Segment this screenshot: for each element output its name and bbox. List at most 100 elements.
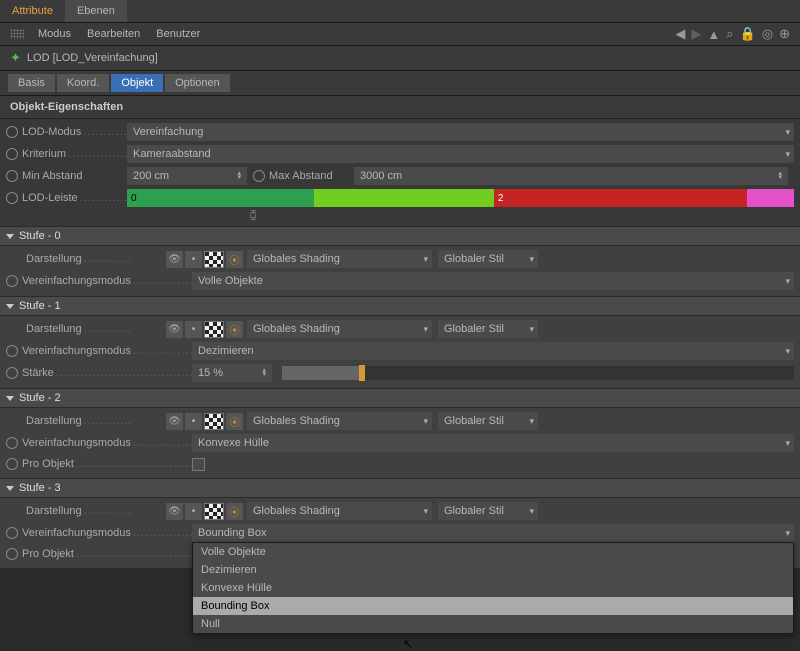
target-icon[interactable] [226, 413, 243, 430]
spinner-icon[interactable]: ▴▾ [778, 172, 782, 180]
label-vereinf-2: Vereinfachungsmodus [22, 437, 192, 449]
label-darstellung-3: Darstellung [26, 505, 131, 517]
search-icon[interactable]: ⌕ [726, 26, 733, 42]
forward-icon[interactable]: ▶ [691, 26, 701, 42]
lod-bar[interactable]: 0 2 [127, 189, 794, 207]
menu-item-dezimieren[interactable]: Dezimieren [193, 561, 793, 579]
back-icon[interactable]: ◀ [675, 26, 685, 42]
target-icon[interactable]: ◎ [762, 26, 773, 42]
field-staerke-1[interactable]: 15 % ▴▾ [192, 364, 272, 382]
dot-icon[interactable]: • [185, 251, 202, 268]
radio-kriterium[interactable] [6, 148, 18, 160]
target-icon[interactable] [226, 251, 243, 268]
tab-ebenen[interactable]: Ebenen [65, 0, 127, 22]
grip-icon [10, 29, 24, 39]
radio-vereinf-3[interactable] [6, 527, 18, 539]
radio-lod-modus[interactable] [6, 126, 18, 138]
radio-staerke-1[interactable] [6, 367, 18, 379]
menu-modus[interactable]: Modus [30, 26, 79, 42]
target-icon[interactable] [226, 503, 243, 520]
dropdown-menu-vereinf-3: Volle Objekte Dezimieren Konvexe Hülle B… [192, 542, 794, 634]
label-darstellung-0: Darstellung [26, 253, 131, 265]
field-vereinf-1[interactable]: Dezimieren▾ [192, 342, 794, 360]
target-icon[interactable] [226, 321, 243, 338]
tab-attribute[interactable]: Attribute [0, 0, 65, 22]
up-icon[interactable]: ▲ [707, 27, 720, 42]
label-proobj-3: Pro Objekt [22, 548, 192, 560]
dot-icon[interactable]: • [185, 503, 202, 520]
field-shading-0[interactable]: Globales Shading▾ [247, 250, 432, 268]
field-shading-2[interactable]: Globales Shading▾ [247, 412, 432, 430]
field-vereinf-0[interactable]: Volle Objekte▾ [192, 272, 794, 290]
menu-bearbeiten[interactable]: Bearbeiten [79, 26, 148, 42]
eye-icon[interactable] [166, 503, 183, 520]
chevron-down-icon: ▾ [785, 149, 790, 160]
label-staerke-1: Stärke [22, 367, 192, 379]
radio-vereinf-0[interactable] [6, 275, 18, 287]
radio-vereinf-2[interactable] [6, 437, 18, 449]
group-header-stufe-1[interactable]: Stufe - 1 [0, 296, 800, 316]
label-kriterium: Kriterium [22, 148, 127, 160]
menu-item-volle-objekte[interactable]: Volle Objekte [193, 543, 793, 561]
subtab-basis[interactable]: Basis [8, 74, 55, 92]
spinner-icon[interactable]: ▴▾ [237, 172, 241, 180]
label-proobj-2: Pro Objekt [22, 458, 192, 470]
label-vereinf-0: Vereinfachungsmodus [22, 275, 192, 287]
slider-staerke-1[interactable] [282, 366, 794, 380]
dot-icon[interactable]: • [185, 321, 202, 338]
label-darstellung-2: Darstellung [26, 415, 131, 427]
label-darstellung-1: Darstellung [26, 323, 131, 335]
label-vereinf-3: Vereinfachungsmodus [22, 527, 192, 539]
object-path: LOD [LOD_Vereinfachung] [27, 52, 158, 64]
radio-vereinf-1[interactable] [6, 345, 18, 357]
field-kriterium[interactable]: Kameraabstand▾ [127, 145, 794, 163]
cursor-icon: ↖ [403, 637, 413, 651]
eye-icon[interactable] [166, 251, 183, 268]
field-vereinf-2[interactable]: Konvexe Hülle▾ [192, 434, 794, 452]
field-stil-0[interactable]: Globaler Stil▾ [438, 250, 538, 268]
radio-min-abstand[interactable] [6, 170, 18, 182]
checker-icon[interactable] [204, 321, 224, 338]
group-header-stufe-0[interactable]: Stufe - 0 [0, 226, 800, 246]
eye-icon[interactable] [166, 413, 183, 430]
group-header-stufe-3[interactable]: Stufe - 3 [0, 478, 800, 498]
camera-marker-icon: ⧮ [0, 209, 800, 224]
checker-icon[interactable] [204, 413, 224, 430]
field-shading-3[interactable]: Globales Shading▾ [247, 502, 432, 520]
eye-icon[interactable] [166, 321, 183, 338]
field-vereinf-3[interactable]: Bounding Box▾ Volle Objekte Dezimieren K… [192, 524, 794, 542]
radio-max-abstand[interactable] [253, 170, 265, 182]
label-lod-leiste: LOD-Leiste [22, 192, 127, 204]
label-max-abstand: Max Abstand [269, 170, 354, 182]
menu-item-null[interactable]: Null [193, 615, 793, 633]
radio-proobj-2[interactable] [6, 458, 18, 470]
label-lod-modus: LOD-Modus [22, 126, 127, 138]
chevron-down-icon: ▾ [785, 127, 790, 138]
checker-icon[interactable] [204, 251, 224, 268]
field-max-abstand[interactable]: 3000 cm ▴▾ [354, 167, 788, 185]
field-stil-2[interactable]: Globaler Stil▾ [438, 412, 538, 430]
radio-proobj-3[interactable] [6, 548, 18, 560]
field-shading-1[interactable]: Globales Shading▾ [247, 320, 432, 338]
field-stil-1[interactable]: Globaler Stil▾ [438, 320, 538, 338]
radio-lod-leiste[interactable] [6, 192, 18, 204]
checker-icon[interactable] [204, 503, 224, 520]
subtab-objekt[interactable]: Objekt [111, 74, 163, 92]
new-icon[interactable]: ⊕ [779, 26, 790, 42]
menu-benutzer[interactable]: Benutzer [148, 26, 208, 42]
field-stil-3[interactable]: Globaler Stil▾ [438, 502, 538, 520]
dot-icon[interactable]: • [185, 413, 202, 430]
leaf-icon: ✦ [10, 50, 21, 66]
subtab-optionen[interactable]: Optionen [165, 74, 230, 92]
checkbox-proobj-2[interactable] [192, 458, 205, 471]
group-header-stufe-2[interactable]: Stufe - 2 [0, 388, 800, 408]
menu-item-konvexe-huelle[interactable]: Konvexe Hülle [193, 579, 793, 597]
lock-icon[interactable]: 🔒 [740, 26, 756, 42]
label-min-abstand: Min Abstand [22, 170, 127, 182]
field-lod-modus[interactable]: Vereinfachung▾ [127, 123, 794, 141]
menu-item-bounding-box[interactable]: Bounding Box [193, 597, 793, 615]
subtab-koord[interactable]: Koord. [57, 74, 109, 92]
label-vereinf-1: Vereinfachungsmodus [22, 345, 192, 357]
section-title: Objekt-Eigenschaften [0, 96, 800, 119]
field-min-abstand[interactable]: 200 cm ▴▾ [127, 167, 247, 185]
